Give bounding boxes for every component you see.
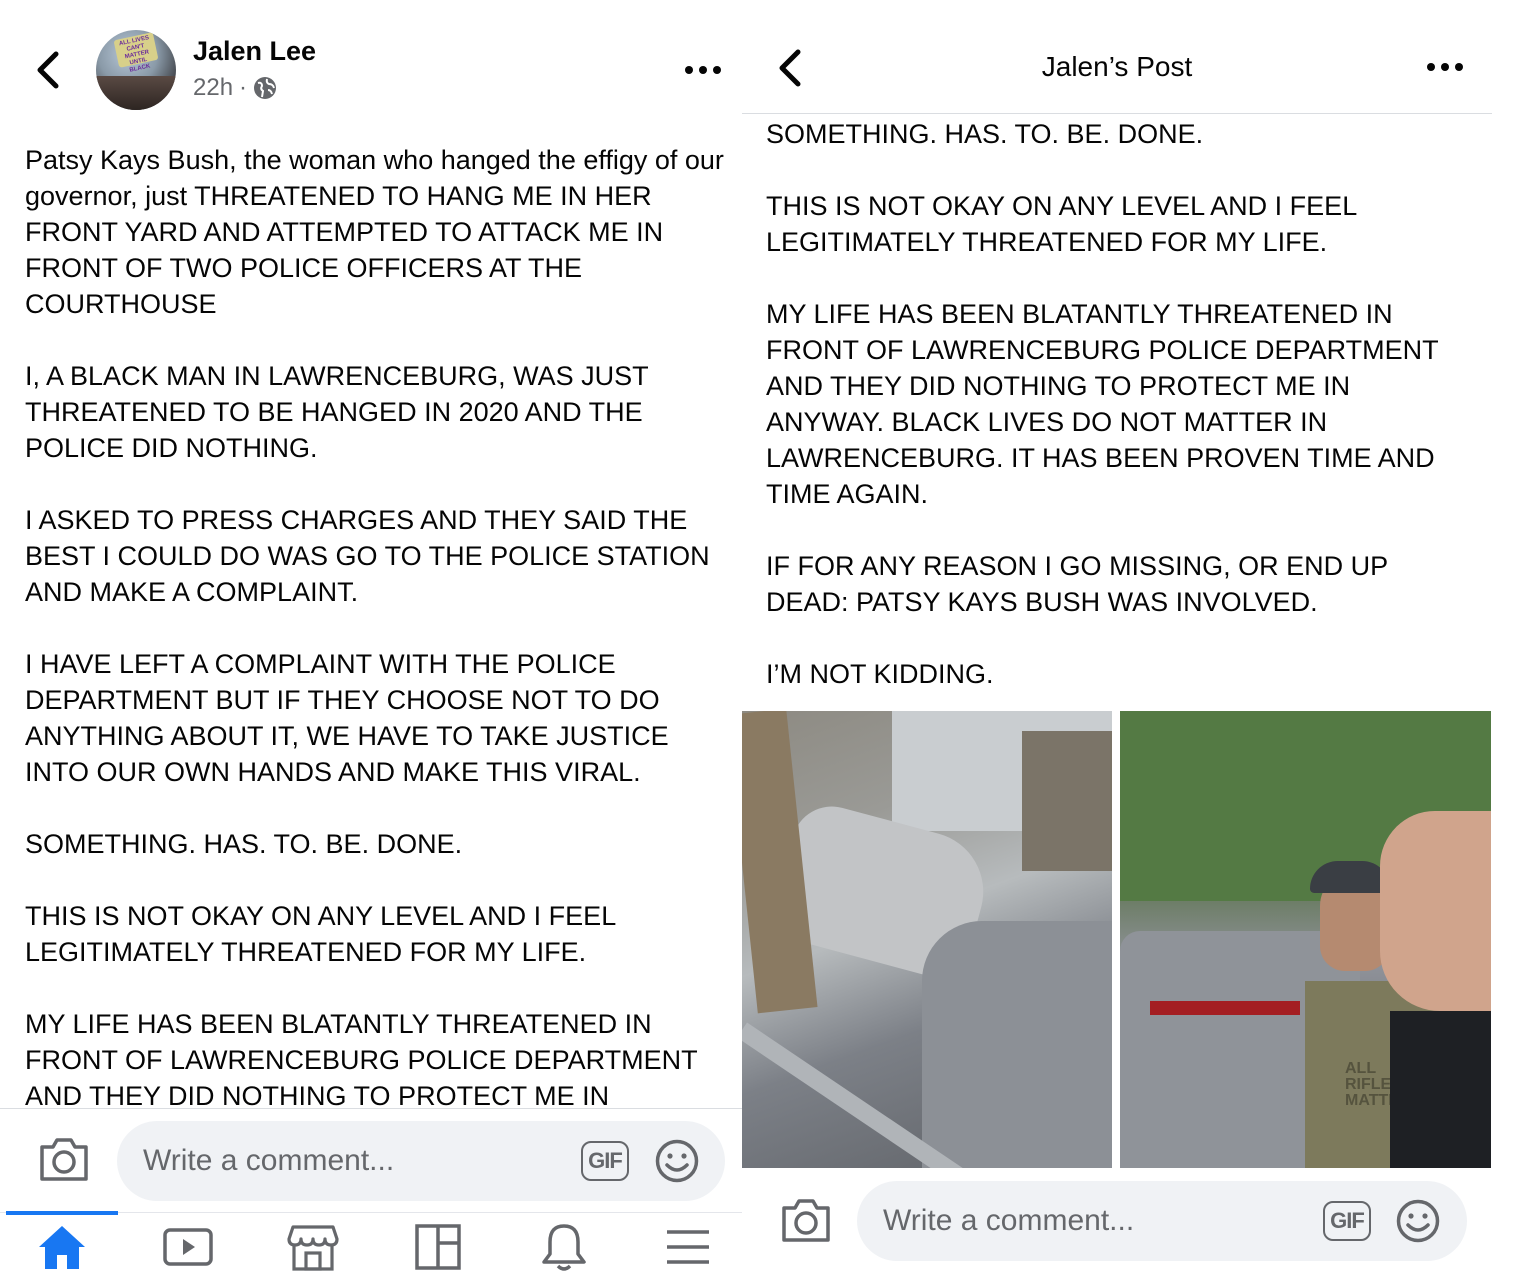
post-meta: 22h · xyxy=(193,74,277,102)
chevron-left-icon xyxy=(37,51,59,89)
post-body-text-continued: SOMETHING. HAS. TO. BE. DONE. THIS IS NO… xyxy=(766,119,1439,689)
more-dots-icon xyxy=(1427,63,1463,71)
nav-notifications[interactable] xyxy=(524,1219,604,1275)
author-name[interactable]: Jalen Lee xyxy=(193,36,316,67)
right-post-screen: SOMETHING. HAS. TO. BE. DONE. THIS IS NO… xyxy=(742,0,1522,1276)
camera-icon xyxy=(40,1138,88,1181)
hamburger-menu-icon xyxy=(667,1230,709,1264)
comment-input[interactable] xyxy=(857,1181,1467,1261)
back-button[interactable] xyxy=(26,46,70,94)
comment-input[interactable] xyxy=(117,1121,725,1201)
smiley-icon xyxy=(1396,1199,1440,1243)
left-post-screen: ALL LIVES CAN'T MATTER UNTIL BLACK Jalen L… xyxy=(0,0,742,1276)
photo-officer-face xyxy=(1380,811,1491,1011)
post-photo-parking-lot[interactable] xyxy=(742,711,1112,1168)
active-tab-indicator xyxy=(6,1211,118,1215)
comment-bar: GIF xyxy=(742,1168,1522,1274)
avatar[interactable]: ALL LIVES CAN'T MATTER UNTIL BLACK xyxy=(96,30,176,110)
gif-label: GIF xyxy=(588,1148,623,1173)
photo-officer-uniform xyxy=(1390,1011,1491,1168)
nav-marketplace[interactable] xyxy=(273,1219,353,1275)
more-dots-icon xyxy=(685,66,721,74)
photo-building xyxy=(1022,731,1112,871)
top-bar: Jalen’s Post xyxy=(742,0,1492,114)
more-options-button[interactable] xyxy=(684,62,722,78)
nav-watch[interactable] xyxy=(148,1219,228,1275)
globe-icon xyxy=(254,77,277,99)
photo-cap xyxy=(1310,861,1390,893)
post-time[interactable]: 22h xyxy=(193,74,233,102)
gif-button[interactable]: GIF xyxy=(1323,1201,1371,1241)
home-icon xyxy=(39,1226,85,1269)
emoji-button[interactable] xyxy=(655,1139,699,1183)
pages-icon xyxy=(415,1224,461,1270)
page-title: Jalen’s Post xyxy=(1041,51,1193,82)
gif-label: GIF xyxy=(1330,1208,1365,1233)
video-icon xyxy=(163,1228,213,1266)
marketplace-icon xyxy=(287,1225,339,1271)
nav-pages[interactable] xyxy=(398,1219,478,1275)
bottom-navigation xyxy=(0,1211,742,1276)
photo-brake-light xyxy=(1150,1001,1300,1015)
camera-icon xyxy=(782,1199,830,1242)
nav-home[interactable] xyxy=(22,1219,102,1275)
gif-button[interactable]: GIF xyxy=(581,1141,629,1181)
camera-button[interactable] xyxy=(38,1135,90,1183)
bell-icon xyxy=(542,1224,586,1271)
camera-button[interactable] xyxy=(780,1196,832,1244)
avatar-sign: ALL LIVES CAN'T MATTER UNTIL BLACK xyxy=(113,32,159,74)
post-body-text: Patsy Kays Bush, the woman who hanged th… xyxy=(25,145,724,1111)
avatar-crowd xyxy=(96,76,176,110)
meta-separator: · xyxy=(239,74,248,101)
post-photo-people[interactable]: ALL RIFLES MATTER xyxy=(1120,711,1491,1168)
smiley-icon xyxy=(655,1139,699,1183)
photo-gray-car xyxy=(922,921,1112,1168)
nav-menu[interactable] xyxy=(648,1219,728,1275)
comment-bar: GIF xyxy=(0,1108,742,1214)
more-options-button[interactable] xyxy=(1426,59,1464,75)
emoji-button[interactable] xyxy=(1396,1199,1440,1243)
